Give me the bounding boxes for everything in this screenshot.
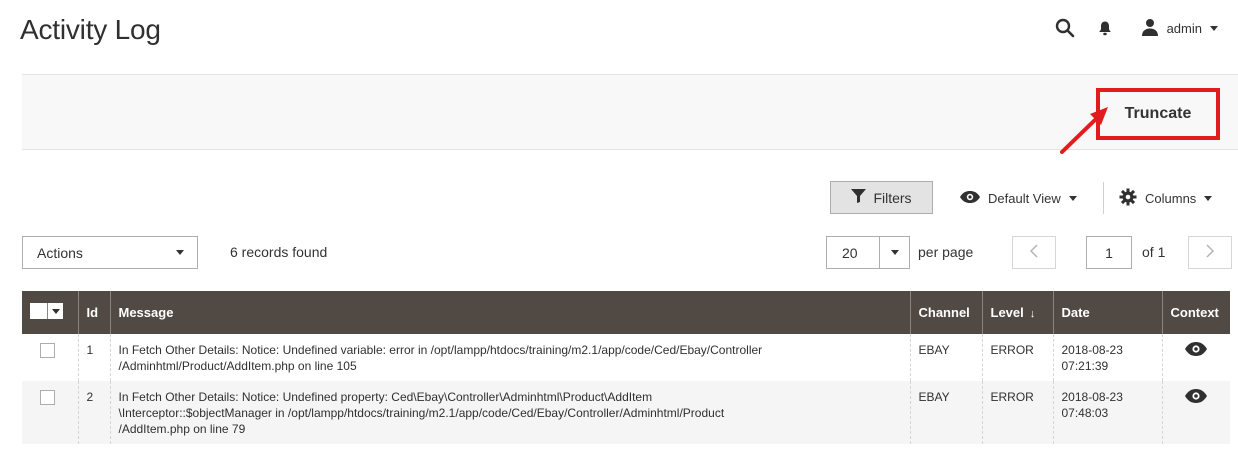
cell-date: 2018-08-23 07:48:03 xyxy=(1052,381,1162,444)
eye-icon[interactable] xyxy=(1185,342,1208,356)
cell-level: ERROR xyxy=(981,381,1053,444)
view-switcher[interactable]: Default View xyxy=(960,186,1077,210)
user-icon xyxy=(1141,18,1159,39)
cell-id: 1 xyxy=(77,334,110,381)
mass-actions-select[interactable]: Actions xyxy=(22,236,198,269)
column-header-context[interactable]: Context xyxy=(1161,291,1230,334)
prev-page-button[interactable] xyxy=(1012,236,1056,269)
funnel-icon xyxy=(851,189,867,206)
eye-icon xyxy=(960,190,980,206)
eye-icon[interactable] xyxy=(1185,389,1208,403)
cell-message: In Fetch Other Details: Notice: Undefine… xyxy=(109,334,910,381)
chevron-down-icon xyxy=(1068,195,1077,201)
table-row: 1 In Fetch Other Details: Notice: Undefi… xyxy=(22,334,1230,381)
row-checkbox[interactable] xyxy=(40,390,55,406)
chevron-down-icon xyxy=(879,237,909,268)
next-page-button[interactable] xyxy=(1188,236,1232,269)
cell-message: In Fetch Other Details: Notice: Undefine… xyxy=(109,381,910,444)
column-header-level[interactable]: Level ↓ xyxy=(981,291,1053,334)
bell-icon[interactable] xyxy=(1085,8,1125,48)
level-header-label: Level xyxy=(990,305,1024,320)
column-header-id[interactable]: Id xyxy=(77,291,110,334)
cell-id: 2 xyxy=(77,381,110,444)
page-title: Activity Log xyxy=(20,14,161,45)
columns-control[interactable]: Columns xyxy=(1119,186,1213,210)
search-icon[interactable] xyxy=(1045,8,1085,48)
per-page-value: 20 xyxy=(842,244,858,261)
chevron-down-icon xyxy=(1204,195,1213,201)
chevron-right-icon xyxy=(1206,242,1215,263)
chevron-down-icon xyxy=(52,308,60,314)
activity-log-table: Id Message Channel Level ↓ Date Context 1… xyxy=(22,291,1230,444)
filters-label: Filters xyxy=(873,189,912,206)
actions-label: Actions xyxy=(37,244,83,261)
per-page-label: per page xyxy=(918,244,974,260)
sort-arrow-icon: ↓ xyxy=(1029,308,1036,320)
cell-channel: EBAY xyxy=(909,334,982,381)
header-actions: admin xyxy=(1045,8,1218,48)
cell-level: ERROR xyxy=(981,334,1053,381)
column-header-date[interactable]: Date xyxy=(1052,291,1162,334)
column-header-channel[interactable]: Channel xyxy=(909,291,982,334)
column-header-message[interactable]: Message xyxy=(109,291,910,334)
row-checkbox[interactable] xyxy=(40,343,55,359)
user-name: admin xyxy=(1166,20,1202,36)
page-count: of 1 xyxy=(1142,244,1166,260)
cell-date: 2018-08-23 07:21:39 xyxy=(1052,334,1162,381)
chevron-left-icon xyxy=(1029,242,1038,263)
records-found: 6 records found xyxy=(230,244,328,260)
page-number-input[interactable] xyxy=(1086,236,1132,269)
page-actions-bar: Truncate xyxy=(22,74,1238,150)
cell-channel: EBAY xyxy=(909,381,982,444)
filters-button[interactable]: Filters xyxy=(830,181,933,214)
table-header-row: Id Message Channel Level ↓ Date Context xyxy=(22,291,1230,334)
truncate-button[interactable]: Truncate xyxy=(1096,88,1220,140)
user-menu[interactable]: admin xyxy=(1141,18,1218,39)
per-page-select[interactable]: 20 xyxy=(826,236,910,269)
chevron-down-icon xyxy=(163,237,197,268)
view-label: Default View xyxy=(988,190,1061,206)
columns-label: Columns xyxy=(1145,190,1197,206)
mass-select-checkbox[interactable] xyxy=(30,303,63,319)
toolbar-divider xyxy=(1103,182,1104,214)
mass-select-header[interactable] xyxy=(22,291,78,334)
table-row: 2 In Fetch Other Details: Notice: Undefi… xyxy=(22,381,1230,444)
chevron-down-icon xyxy=(1210,25,1218,31)
gear-icon xyxy=(1119,188,1137,209)
